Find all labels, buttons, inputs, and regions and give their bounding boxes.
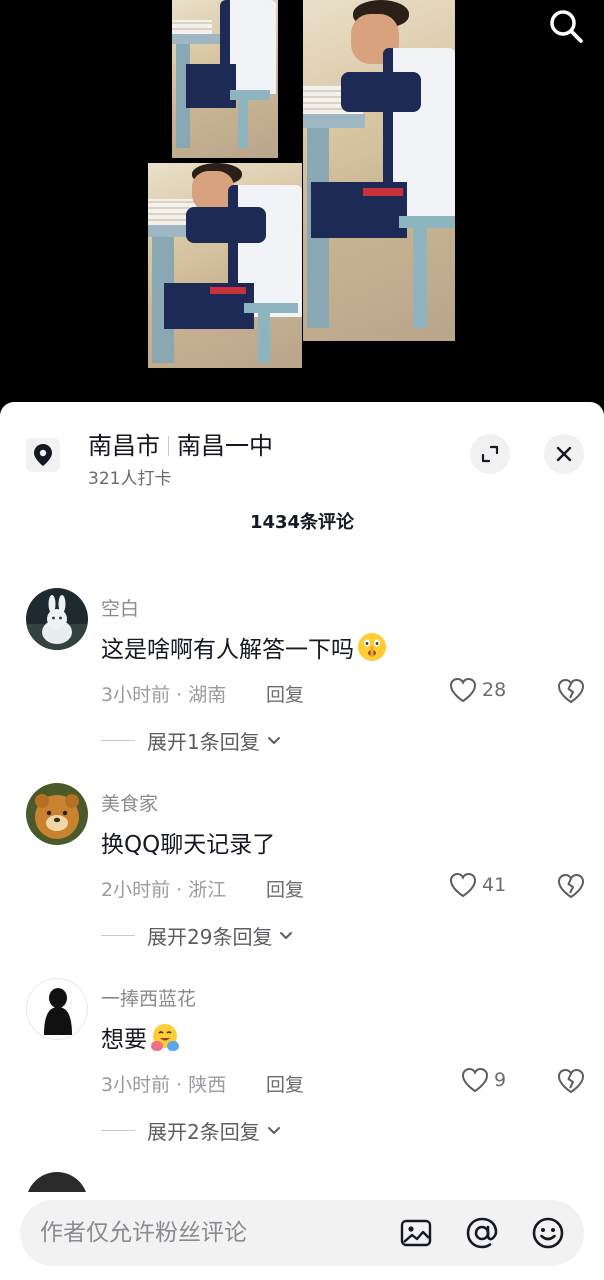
reply-button[interactable]: 回复	[266, 680, 304, 707]
search-icon	[550, 10, 583, 43]
location-city: 南昌市	[88, 432, 160, 460]
avatar[interactable]	[26, 588, 88, 650]
classroom-photo-3	[148, 163, 302, 368]
broken-heart-icon	[557, 873, 585, 899]
reply-button[interactable]: 回复	[266, 875, 304, 902]
classroom-photo-1	[172, 0, 278, 158]
heart-icon	[449, 677, 477, 703]
video-collage-image	[0, 0, 604, 420]
location-title[interactable]: 南昌市 南昌一中	[88, 426, 273, 461]
comment-meta: 2小时前 · 浙江	[101, 879, 227, 901]
expand-button[interactable]	[470, 434, 510, 474]
divider	[101, 935, 135, 936]
chevron-down-icon	[267, 1126, 280, 1134]
avatar[interactable]	[26, 978, 88, 1040]
comment-meta: 3小时前 · 湖南	[101, 684, 227, 706]
chevron-down-icon	[267, 736, 280, 744]
expand-replies-label: 展开29条回复	[147, 925, 273, 949]
avatar[interactable]	[26, 1172, 88, 1192]
comment-item-partial	[26, 1172, 586, 1192]
broken-heart-icon	[557, 1068, 585, 1094]
comment-sheet: 南昌市 南昌一中 321人打卡 1434条评论 空白 这是啥啊有人解答一下吗 3…	[0, 402, 604, 1280]
comment-username[interactable]: 空白	[101, 594, 139, 621]
reply-button[interactable]: 回复	[266, 1070, 304, 1097]
smiley-icon	[532, 1217, 564, 1249]
like-count: 9	[494, 1069, 507, 1091]
comment-input-bar	[20, 1200, 584, 1266]
location-header[interactable]: 南昌市 南昌一中 321人打卡	[26, 424, 586, 494]
comment-meta: 3小时前 · 陕西	[101, 1074, 227, 1096]
heart-icon	[449, 872, 477, 898]
comment-item: 空白 这是啥啊有人解答一下吗 3小时前 · 湖南 回复 28 展开1条回复	[26, 588, 586, 778]
hug-emoji	[151, 1024, 179, 1051]
close-icon	[556, 446, 572, 462]
heart-icon	[461, 1067, 489, 1093]
comment-username[interactable]: 美食家	[101, 789, 158, 816]
broken-heart-icon	[557, 678, 585, 704]
like-button[interactable]: 41	[448, 871, 506, 899]
divider	[101, 1130, 135, 1131]
expand-replies-button[interactable]: 展开29条回复	[101, 921, 296, 950]
divider	[101, 740, 135, 741]
expand-replies-button[interactable]: 展开2条回复	[101, 1116, 284, 1145]
emoji-button[interactable]	[530, 1215, 566, 1251]
comment-text-content: 想要	[101, 1027, 147, 1053]
video-player[interactable]	[0, 0, 604, 420]
search-button[interactable]	[546, 6, 586, 46]
comment-input[interactable]	[40, 1200, 380, 1266]
classroom-photo-2	[303, 0, 455, 341]
comment-text: 想要	[101, 1020, 181, 1054]
dislike-button[interactable]	[556, 871, 586, 901]
like-button[interactable]: 9	[460, 1066, 506, 1094]
comment-username[interactable]: 一捧西蓝花	[101, 984, 196, 1011]
chevron-down-icon	[280, 931, 293, 939]
expand-replies-label: 展开2条回复	[147, 1120, 260, 1144]
location-checkins: 321人打卡	[88, 469, 172, 489]
avatar[interactable]	[26, 783, 88, 845]
location-pin-icon	[26, 438, 60, 472]
like-count: 41	[482, 874, 507, 896]
location-place: 南昌一中	[177, 432, 273, 460]
close-button[interactable]	[544, 434, 584, 474]
mention-button[interactable]	[464, 1215, 500, 1251]
comment-item: 一捧西蓝花 想要 3小时前 · 陕西 回复 9 展开2条回复	[26, 978, 586, 1168]
like-count: 28	[482, 679, 507, 701]
comment-item: 美食家 换QQ聊天记录了 2小时前 · 浙江 回复 41 展开29条回复	[26, 783, 586, 973]
comment-text: 换QQ聊天记录了	[101, 825, 275, 859]
comment-text: 这是啥啊有人解答一下吗	[101, 630, 388, 664]
image-button[interactable]	[398, 1215, 434, 1251]
dislike-button[interactable]	[556, 1066, 586, 1096]
comment-text-content: 这是啥啊有人解答一下吗	[101, 637, 354, 663]
like-button[interactable]: 28	[448, 676, 506, 704]
image-icon	[400, 1219, 432, 1247]
dislike-button[interactable]	[556, 676, 586, 706]
location-separator	[168, 436, 169, 456]
at-icon	[466, 1217, 498, 1249]
expand-replies-label: 展开1条回复	[147, 730, 260, 754]
expand-replies-button[interactable]: 展开1条回复	[101, 726, 284, 755]
shush-face-emoji	[358, 633, 386, 661]
expand-icon	[481, 445, 499, 463]
comment-count-title: 1434条评论	[249, 512, 355, 533]
comment-text-content: 换QQ聊天记录了	[101, 832, 276, 858]
